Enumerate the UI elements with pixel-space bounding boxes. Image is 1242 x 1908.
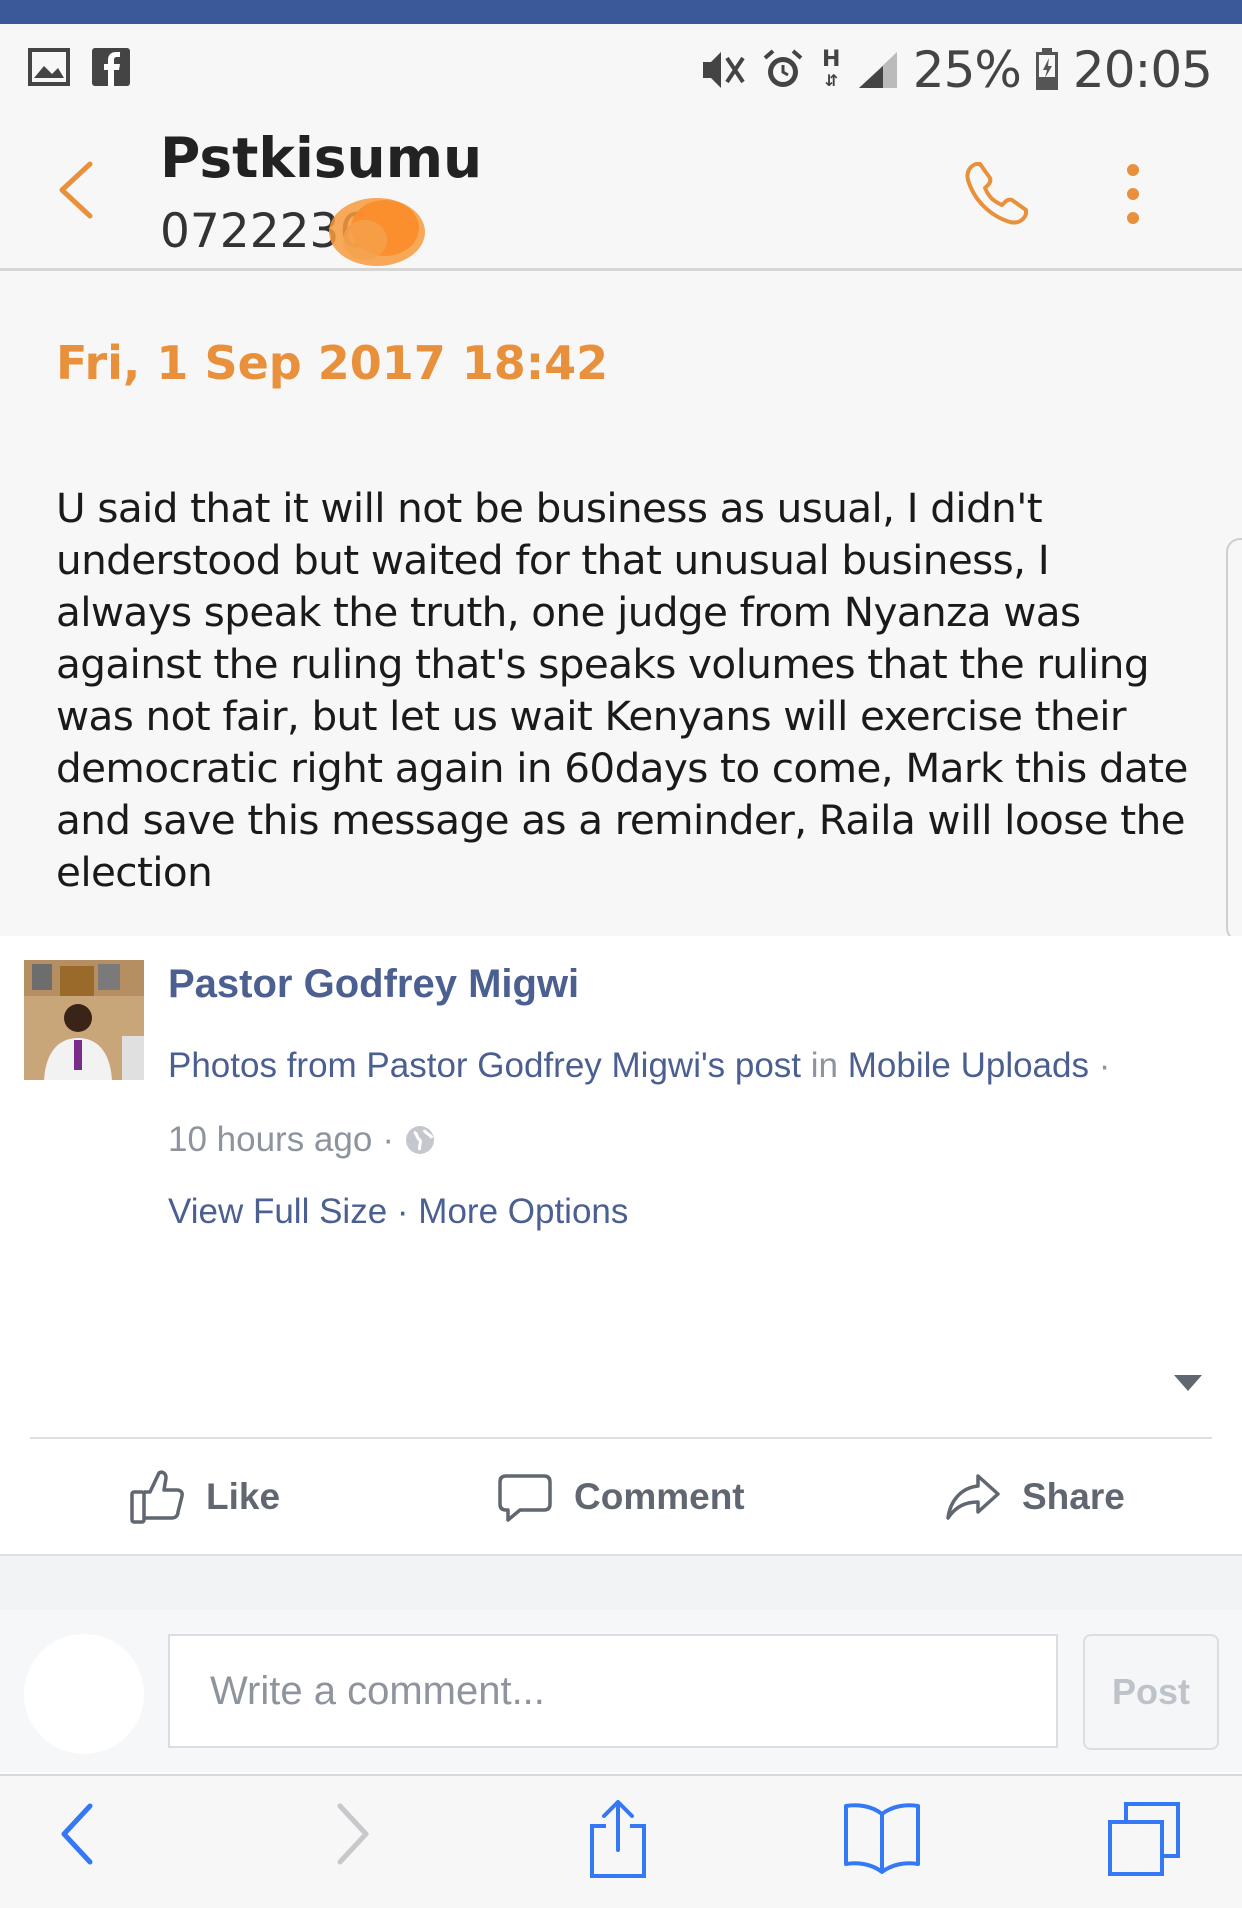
battery-percent: 25%: [912, 41, 1022, 99]
browser-forward-icon[interactable]: [330, 1800, 374, 1868]
section-gap: [0, 1554, 1242, 1612]
sms-back-icon[interactable]: [50, 150, 100, 230]
message-date: Fri, 1 Sep 2017 18:42: [56, 336, 609, 390]
divider: [30, 1437, 1212, 1439]
post-author-name[interactable]: Pastor Godfrey Migwi: [168, 962, 579, 1007]
separator-dot: ·: [396, 1192, 409, 1231]
post-meta: 10 hours ago ·: [168, 1120, 436, 1160]
view-full-size-link[interactable]: View Full Size: [168, 1192, 387, 1231]
profile-photo-image: [24, 960, 144, 1080]
separator-dot: ·: [1098, 1046, 1111, 1085]
globe-privacy-icon: [405, 1126, 434, 1154]
more-options-link[interactable]: More Options: [418, 1192, 628, 1231]
browser-back-icon[interactable]: [56, 1800, 100, 1868]
comment-label: Comment: [574, 1476, 745, 1517]
status-indicators: H ⇵ 25% 20:05: [699, 41, 1213, 99]
share-label: Share: [1022, 1476, 1125, 1517]
facebook-notification-icon: [92, 48, 130, 86]
in-label: in: [810, 1046, 839, 1085]
clock: 20:05: [1072, 41, 1213, 99]
network-type-icon: H ⇵: [822, 46, 840, 90]
app-top-strip: [0, 0, 1242, 24]
comment-input[interactable]: [168, 1634, 1058, 1748]
browser-share-icon[interactable]: [586, 1800, 650, 1880]
phone-call-icon[interactable]: [962, 158, 1032, 228]
photo-options: View Full Size · More Options: [168, 1192, 628, 1232]
message-text: U said that it will not be business as u…: [56, 484, 1188, 896]
photos-from-link[interactable]: Photos from Pastor Godfrey Migwi's post: [168, 1046, 801, 1085]
post-menu-caret-icon[interactable]: [1174, 1375, 1202, 1391]
signal-icon: [858, 52, 897, 88]
post-time[interactable]: 10 hours ago: [168, 1120, 372, 1160]
scroll-indicator: [1226, 538, 1242, 942]
like-label: Like: [206, 1476, 281, 1517]
like-button[interactable]: Like: [128, 1462, 280, 1532]
tabs-icon[interactable]: [1106, 1800, 1184, 1878]
status-bar: H ⇵ 25% 20:05: [0, 24, 1242, 110]
share-button[interactable]: Share: [944, 1462, 1125, 1532]
more-options-icon[interactable]: [1118, 158, 1148, 230]
speech-bubble-icon: [498, 1474, 552, 1522]
comment-button[interactable]: Comment: [496, 1462, 745, 1532]
vibrate-mute-icon: [702, 52, 745, 88]
share-arrow-icon: [946, 1474, 1000, 1520]
post-comment-button[interactable]: Post: [1083, 1634, 1219, 1750]
bookmarks-icon[interactable]: [842, 1800, 922, 1874]
battery-icon: [1035, 48, 1058, 90]
thumbs-up-icon: [130, 1470, 184, 1524]
contact-name: Pstkisumu: [160, 126, 483, 190]
viewer-avatar: [24, 1634, 144, 1754]
post-context-line: Photos from Pastor Godfrey Migwi's post …: [168, 1046, 1110, 1086]
album-link[interactable]: Mobile Uploads: [848, 1046, 1089, 1085]
redaction-scribble: [329, 198, 425, 266]
separator-dot: ·: [382, 1120, 394, 1159]
gallery-icon: [28, 48, 70, 86]
author-avatar[interactable]: [24, 960, 144, 1080]
alarm-icon: [763, 49, 803, 87]
